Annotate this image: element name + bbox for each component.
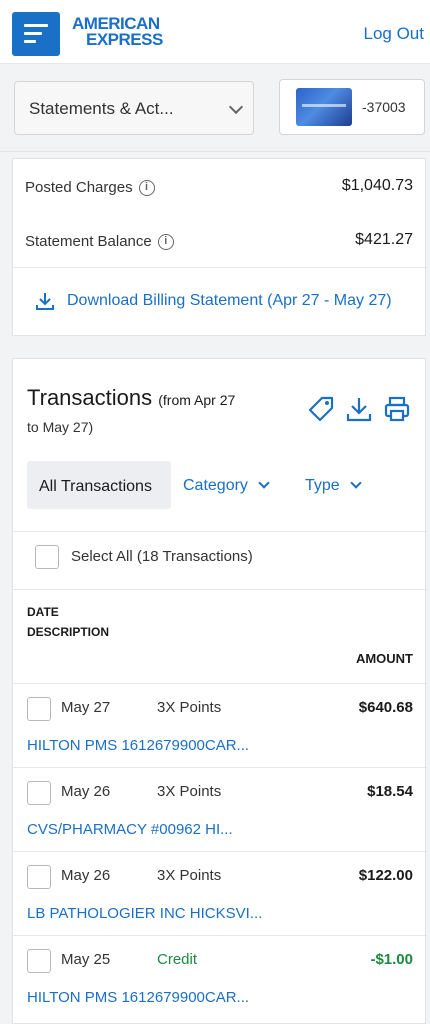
select-all-checkbox[interactable] — [35, 545, 59, 569]
menu-bar-icon — [24, 24, 48, 27]
chevron-down-icon — [228, 99, 244, 115]
table-row[interactable]: May 25 Credit -$1.00 HILTON PMS 16126799… — [13, 937, 427, 1019]
statement-balance-value: $421.27 — [355, 231, 413, 248]
divider — [13, 683, 427, 684]
logout-link[interactable]: Log Out — [364, 24, 425, 44]
amount-column-header[interactable]: AMOUNT — [356, 651, 413, 666]
transaction-merchant-link[interactable]: LB PATHOLOGIER INC HICKSVI... — [27, 905, 262, 922]
balance-summary: Posted Charges i $1,040.73 Statement Bala… — [12, 158, 427, 336]
select-all-label: Select All (18 Transactions) — [71, 548, 253, 565]
type-filter[interactable]: Type — [305, 477, 362, 495]
transaction-amount: $122.00 — [358, 867, 413, 884]
transaction-amount: $18.54 — [367, 783, 413, 800]
transaction-category: Credit — [157, 951, 198, 968]
posted-charges-label: Posted Charges i — [25, 179, 155, 197]
description-column-header[interactable]: DESCRIPTION — [27, 625, 109, 639]
transaction-category: 3X Points — [157, 783, 222, 800]
card-number-suffix: -37003 — [362, 99, 406, 115]
divider — [13, 767, 427, 768]
menu-bar-icon — [24, 32, 42, 35]
tag-icon[interactable] — [307, 395, 335, 423]
card-selector[interactable]: -37003 — [279, 79, 425, 135]
transaction-date: May 25 — [61, 951, 111, 968]
download-icon — [36, 293, 54, 310]
card-image — [296, 88, 352, 126]
statements-dropdown-label: Statements & Act... — [29, 99, 174, 118]
row-checkbox[interactable] — [27, 949, 51, 973]
row-checkbox[interactable] — [27, 697, 51, 721]
transaction-date: May 27 — [61, 699, 111, 716]
menu-button[interactable] — [12, 12, 60, 56]
logo-line2: EXPRESS — [86, 30, 163, 49]
statements-dropdown[interactable]: Statements & Act... — [14, 81, 254, 135]
transaction-date: May 26 — [61, 867, 111, 884]
transaction-merchant-link[interactable]: CVS/PHARMACY #00962 HI... — [27, 821, 233, 838]
transaction-merchant-link[interactable]: HILTON PMS 1612679900CAR... — [27, 737, 249, 754]
date-column-header[interactable]: DATE — [27, 605, 59, 619]
divider — [13, 851, 427, 852]
transaction-merchant-link[interactable]: HILTON PMS 1612679900CAR... — [27, 989, 249, 1006]
transaction-amount: -$1.00 — [370, 951, 413, 968]
filter-row: All Transactions Category Type — [13, 459, 427, 515]
range-line2: to May 27) — [27, 419, 94, 435]
transaction-date: May 26 — [61, 783, 111, 800]
menu-bar-icon — [24, 40, 36, 43]
statement-balance-row: Statement Balance i $421.27 — [13, 213, 427, 265]
chevron-down-icon — [258, 477, 270, 489]
top-header: AMERICAN EXPRESS Log Out — [0, 0, 430, 64]
divider — [13, 589, 427, 590]
transactions-panel: Transactions (from Apr 27 to May 27) All… — [12, 358, 427, 1024]
category-filter[interactable]: Category — [183, 477, 270, 495]
info-icon[interactable]: i — [157, 234, 174, 251]
row-checkbox[interactable] — [27, 781, 51, 805]
posted-charges-value: $1,040.73 — [341, 177, 413, 194]
transaction-category: 3X Points — [157, 867, 222, 884]
table-row[interactable]: May 26 3X Points $122.00 LB PATHOLOGIER … — [13, 853, 427, 935]
transaction-category: 3X Points — [157, 699, 222, 716]
info-icon[interactable]: i — [138, 180, 155, 197]
divider — [13, 531, 427, 532]
divider — [13, 267, 427, 268]
transactions-title: Transactions (from Apr 27 — [27, 385, 236, 410]
column-headers: DATE DESCRIPTION AMOUNT — [13, 591, 427, 683]
range-line1: (from Apr 27 — [158, 392, 236, 408]
print-icon[interactable] — [383, 395, 411, 423]
select-all-row: Select All (18 Transactions) — [13, 533, 427, 589]
transaction-amount: $640.68 — [358, 699, 413, 716]
amex-logo[interactable]: AMERICAN EXPRESS — [72, 15, 182, 49]
posted-charges-row: Posted Charges i $1,040.73 — [13, 159, 427, 211]
all-transactions-tab[interactable]: All Transactions — [27, 461, 171, 509]
chevron-down-icon — [350, 477, 362, 489]
statement-balance-label: Statement Balance i — [25, 233, 174, 251]
table-row[interactable]: May 26 3X Points $18.54 CVS/PHARMACY #00… — [13, 769, 427, 851]
row-checkbox[interactable] — [27, 865, 51, 889]
divider — [13, 935, 427, 936]
table-row[interactable]: May 27 3X Points $640.68 HILTON PMS 1612… — [13, 685, 427, 767]
download-statement-link[interactable]: Download Billing Statement (Apr 27 - May… — [35, 291, 392, 311]
download-icon[interactable] — [345, 395, 373, 423]
selector-row: Statements & Act... -37003 — [0, 64, 430, 152]
